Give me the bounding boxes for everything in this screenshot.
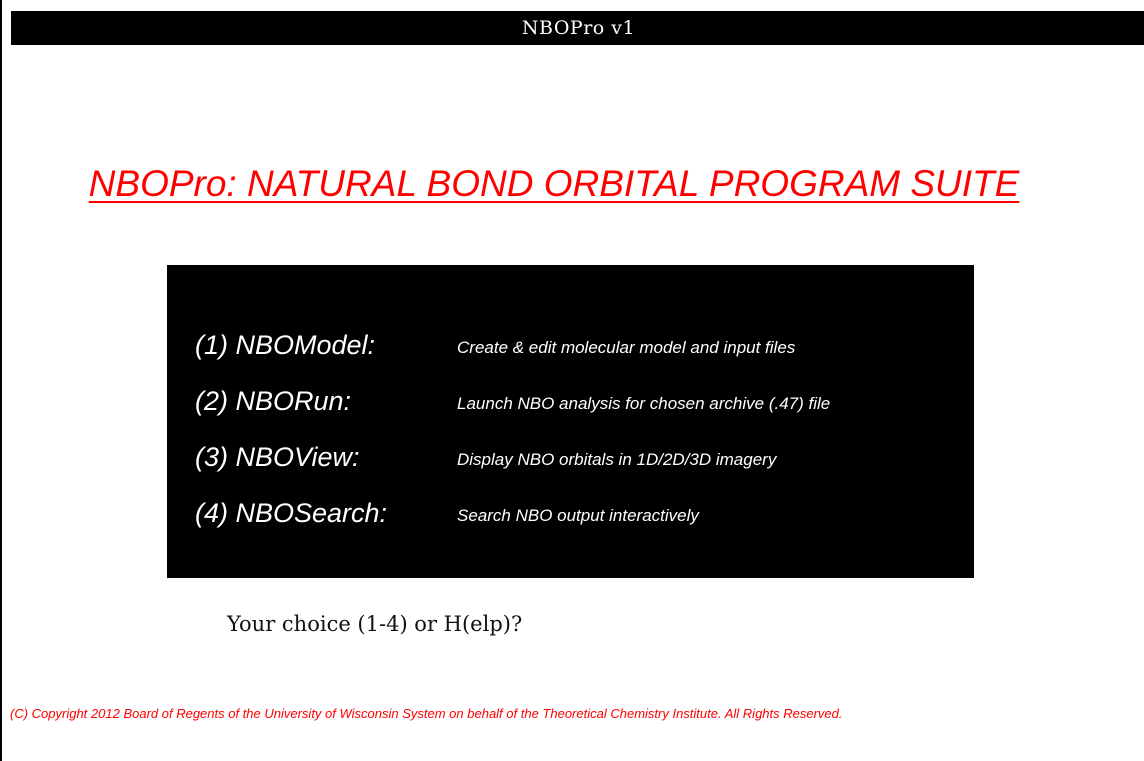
menu-item-description: Display NBO orbitals in 1D/2D/3D imagery <box>457 450 777 469</box>
menu-item-description: Launch NBO analysis for chosen archive (… <box>457 394 831 413</box>
menu-item-label: (2) NBORun: <box>195 386 352 416</box>
menu-item-label: (4) NBOSearch: <box>195 498 388 528</box>
window-title-bar[interactable]: NBOPro v1 <box>11 11 1144 45</box>
menu-item-label: (3) NBOView: <box>195 442 360 472</box>
program-suite-title: NBOPro: NATURAL BOND ORBITAL PROGRAM SUI… <box>88 163 1020 204</box>
menu-item-description: Search NBO output interactively <box>457 506 699 525</box>
menu-item-label: (1) NBOModel: <box>195 330 376 360</box>
console-window: NBOPro v1 NBOPro: NATURAL BOND ORBITAL P… <box>0 0 1144 761</box>
choice-prompt[interactable]: Your choice (1-4) or H(elp)? <box>227 612 522 636</box>
copyright-notice: (C) Copyright 2012 Board of Regents of t… <box>10 706 843 721</box>
menu-item-description: Create & edit molecular model and input … <box>457 338 796 357</box>
main-menu-panel: (1) NBOModel: Create & edit molecular mo… <box>167 265 974 578</box>
